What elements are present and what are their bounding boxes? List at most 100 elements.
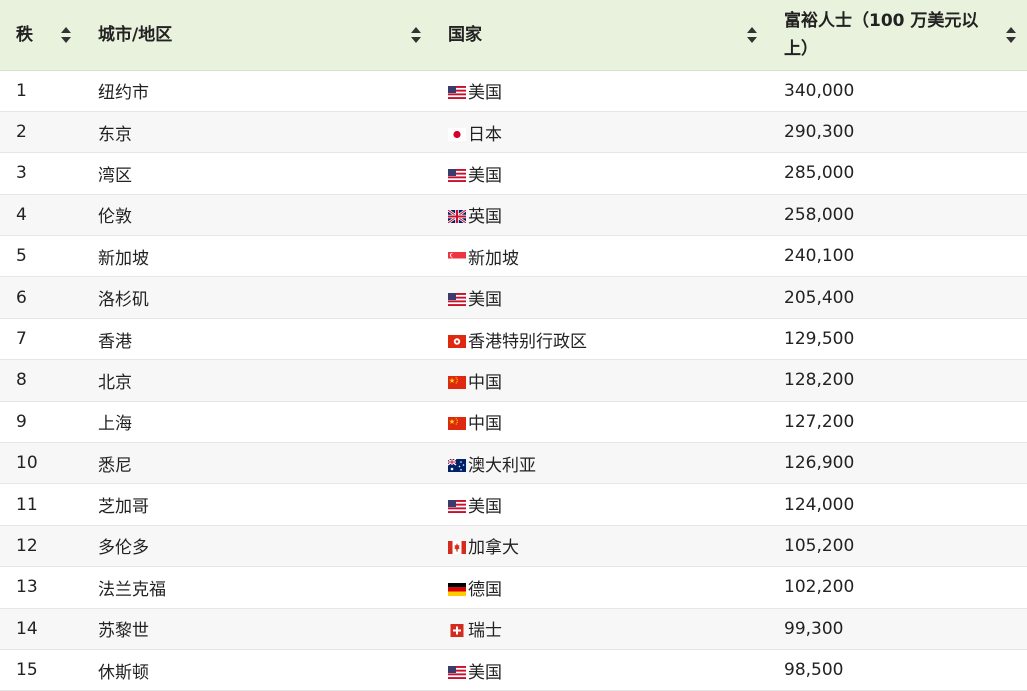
city-cell: 东京 (82, 111, 432, 154)
table-row: 9 上海 中国 127,200 (0, 401, 1027, 444)
city-cell: 香港 (82, 318, 432, 361)
wealthy-people-cell: 105,200 (768, 525, 1027, 568)
city-cell: 北京 (82, 359, 432, 402)
us-flag-icon (448, 86, 466, 100)
sort-icon[interactable] (410, 26, 422, 44)
column-header-city[interactable]: 城市/地区 (82, 0, 432, 71)
country-cell: 加拿大 (432, 525, 768, 568)
rank-cell: 2 (0, 111, 82, 154)
us-flag-icon (448, 665, 466, 679)
table-row: 2 东京 日本 290,300 (0, 111, 1027, 154)
wealthy-people-cell: 290,300 (768, 111, 1027, 154)
wealthy-people-cell: 98,500 (768, 649, 1027, 691)
column-header-rank[interactable]: 秩 (0, 0, 82, 71)
table-row: 1 纽约市 美国 340,000 (0, 70, 1027, 112)
table-row: 11 芝加哥 美国 124,000 (0, 483, 1027, 526)
city-cell: 悉尼 (82, 442, 432, 485)
rank-cell: 1 (0, 70, 82, 112)
header-row: 秩 城市/地区 国家 富裕人士（100 万美元以上） (0, 0, 1027, 71)
china-flag-icon (448, 415, 466, 431)
country-name: 日本 (468, 124, 502, 145)
hong-kong-flag-icon (448, 333, 466, 348)
table-header: 秩 城市/地区 国家 富裕人士（100 万美元以上） (0, 0, 1027, 71)
country-cell: 瑞士 (432, 608, 768, 650)
country-cell: 美国 (432, 276, 768, 319)
wealthy-people-cell: 205,400 (768, 276, 1027, 319)
us-flag-icon (448, 84, 466, 100)
us-flag-icon (448, 291, 466, 307)
hong-kong-flag-icon (448, 334, 466, 348)
country-cell: 英国 (432, 194, 768, 237)
city-cell: 法兰克福 (82, 566, 432, 609)
country-name: 美国 (468, 290, 502, 311)
column-header-city-label: 城市/地区 (98, 24, 173, 45)
germany-flag-icon (448, 582, 466, 596)
rank-cell: 5 (0, 235, 82, 278)
wealthy-people-cell: 124,000 (768, 483, 1027, 526)
city-cell: 休斯顿 (82, 649, 432, 691)
country-name: 德国 (468, 579, 502, 600)
rank-cell: 8 (0, 359, 82, 402)
switzerland-flag-icon (450, 624, 464, 638)
column-header-country[interactable]: 国家 (432, 0, 768, 71)
column-header-wealthy-people-label: 富裕人士（100 万美元以上） (784, 10, 979, 59)
rank-cell: 6 (0, 276, 82, 319)
country-name: 瑞士 (468, 621, 502, 642)
rank-cell: 7 (0, 318, 82, 361)
country-name: 英国 (468, 207, 502, 228)
uk-flag-icon (447, 209, 467, 225)
wealthy-people-cell: 126,900 (768, 442, 1027, 485)
table-row: 7 香港 香港特别行政区 129,500 (0, 318, 1027, 361)
sort-icon[interactable] (1005, 26, 1017, 44)
country-name: 中国 (468, 414, 502, 435)
table-row: 13 法兰克福 德国 102,200 (0, 566, 1027, 609)
rank-cell: 12 (0, 525, 82, 568)
sort-icon[interactable] (746, 26, 758, 44)
country-name: 美国 (468, 165, 502, 186)
country-cell: 德国 (432, 566, 768, 609)
sort-icon[interactable] (60, 26, 72, 44)
table-row: 10 悉尼 澳大利亚 126,900 (0, 442, 1027, 485)
city-cell: 纽约市 (82, 70, 432, 112)
table-row: 6 洛杉矶 美国 205,400 (0, 276, 1027, 319)
rank-cell: 4 (0, 194, 82, 237)
country-cell: 中国 (432, 401, 768, 444)
column-header-rank-label: 秩 (16, 24, 33, 45)
city-cell: 湾区 (82, 152, 432, 195)
city-cell: 芝加哥 (82, 483, 432, 526)
canada-flag-icon (448, 539, 466, 555)
country-name: 中国 (468, 372, 502, 393)
country-name: 新加坡 (468, 248, 519, 269)
wealthy-people-cell: 99,300 (768, 608, 1027, 650)
china-flag-icon (448, 375, 466, 389)
singapore-flag-icon (448, 251, 466, 265)
country-name: 加拿大 (468, 538, 519, 559)
column-header-country-label: 国家 (448, 24, 482, 45)
table-row: 4 伦敦 英国 258,000 (0, 194, 1027, 237)
germany-flag-icon (448, 581, 466, 596)
wealthy-people-cell: 340,000 (768, 70, 1027, 112)
wealthy-cities-table: 秩 城市/地区 国家 富裕人士（100 万美元以上） 1 纽约市 美国 340,… (0, 0, 1027, 691)
wealthy-people-cell: 127,200 (768, 401, 1027, 444)
rank-cell: 15 (0, 649, 82, 691)
country-cell: 美国 (432, 70, 768, 112)
table-row: 3 湾区 美国 285,000 (0, 152, 1027, 195)
japan-flag-icon (448, 127, 466, 141)
australia-flag-icon (447, 458, 466, 472)
wealthy-people-cell: 102,200 (768, 566, 1027, 609)
switzerland-flag-icon (448, 622, 466, 638)
wealthy-people-cell: 129,500 (768, 318, 1027, 361)
canada-flag-icon (448, 541, 466, 555)
us-flag-icon (448, 167, 466, 182)
country-name: 美国 (468, 83, 502, 104)
country-cell: 美国 (432, 152, 768, 195)
rank-cell: 13 (0, 566, 82, 609)
rank-cell: 10 (0, 442, 82, 485)
table-row: 12 多伦多 加拿大 105,200 (0, 525, 1027, 568)
column-header-wealthy-people[interactable]: 富裕人士（100 万美元以上） (768, 0, 1027, 71)
country-name: 美国 (468, 662, 502, 683)
city-cell: 上海 (82, 401, 432, 444)
city-cell: 新加坡 (82, 235, 432, 278)
city-cell: 伦敦 (82, 194, 432, 237)
us-flag-icon (448, 664, 466, 679)
